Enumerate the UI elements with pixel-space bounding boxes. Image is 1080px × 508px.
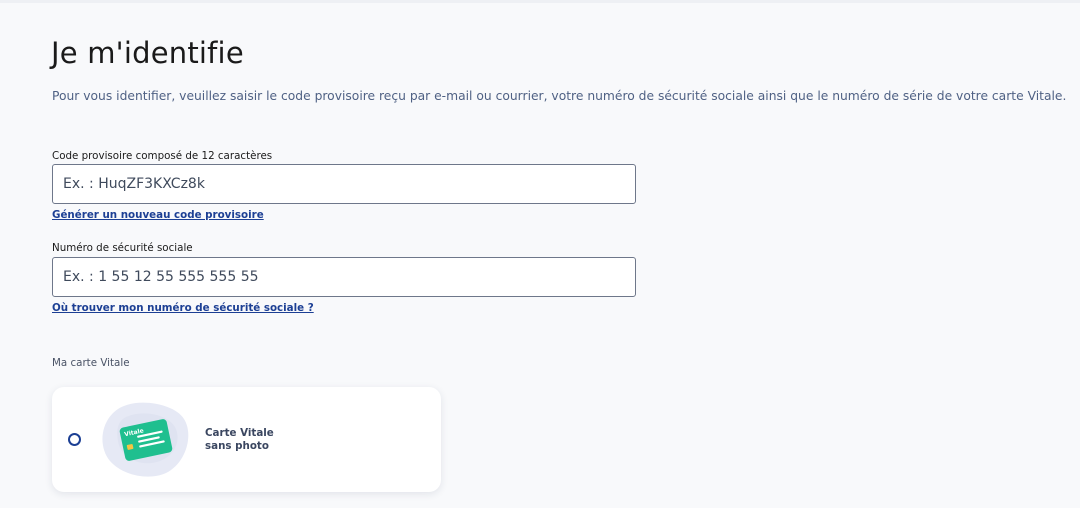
vitale-option-label: Carte Vitale sans photo [205, 427, 274, 453]
vitale-option-line2: sans photo [205, 440, 269, 452]
vitale-option-radio[interactable] [68, 433, 81, 446]
vitale-option-line1: Carte Vitale [205, 427, 274, 439]
page-title: Je m'identifie [51, 36, 244, 70]
vitale-option-sans-photo[interactable]: Vitale Carte Vitale sans photo [52, 387, 441, 492]
find-nss-link[interactable]: Où trouver mon numéro de sécurité social… [52, 302, 314, 314]
nss-input[interactable] [52, 257, 636, 297]
vitale-card-icon: Vitale [102, 402, 189, 477]
vitale-section-label: Ma carte Vitale [52, 357, 130, 369]
top-divider [0, 0, 1080, 3]
generate-code-link[interactable]: Générer un nouveau code provisoire [52, 209, 264, 221]
nss-field-label: Numéro de sécurité sociale [52, 242, 193, 254]
page-intro: Pour vous identifier, veuillez saisir le… [52, 89, 1067, 103]
code-field-label: Code provisoire composé de 12 caractères [52, 150, 273, 162]
code-provisoire-input[interactable] [52, 164, 636, 204]
